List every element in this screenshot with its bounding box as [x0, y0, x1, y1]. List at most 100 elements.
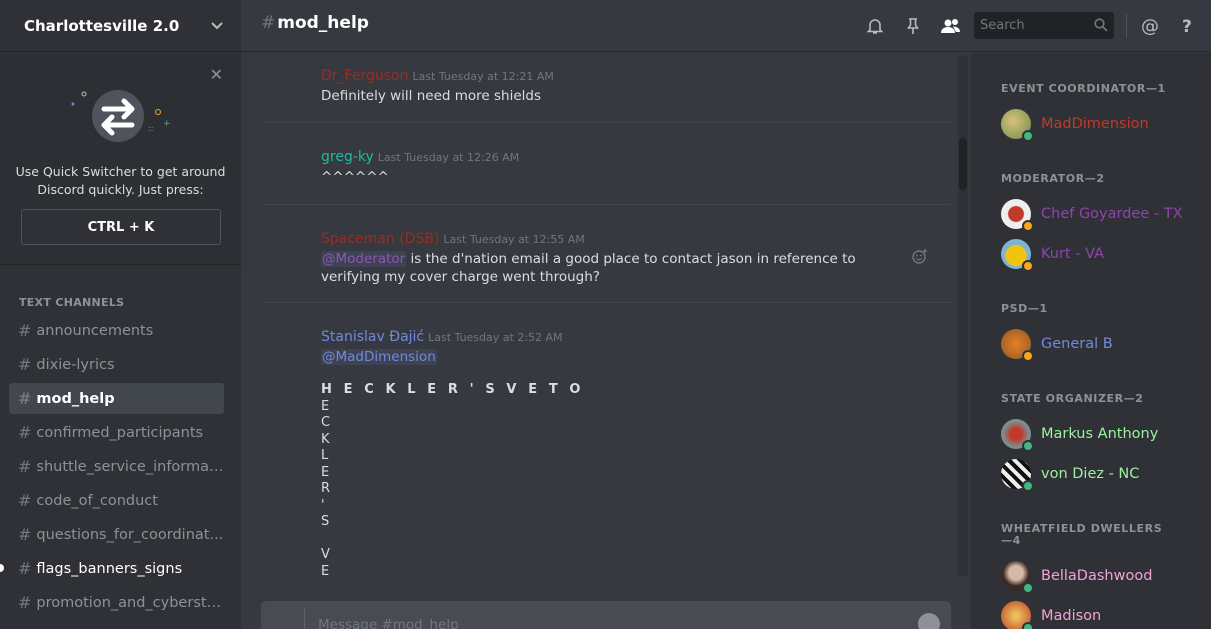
status-online-icon [1022, 440, 1034, 452]
member-item[interactable]: Chef Goyardee - TX [1001, 198, 1201, 232]
message-divider [261, 204, 951, 205]
hash-icon: # [18, 321, 32, 340]
message-input-placeholder: Message #mod_help [318, 617, 459, 629]
channel-label: code_of_conduct [36, 492, 158, 509]
at-icon[interactable]: @ [1140, 16, 1160, 37]
channel-code-of-conduct[interactable]: # code_of_conduct [9, 485, 224, 516]
member-item[interactable]: Kurt - VA [1001, 238, 1201, 272]
scrollbar-track[interactable] [958, 55, 968, 577]
message-timestamp: Last Tuesday at 12:26 AM [377, 151, 520, 164]
vertical-letter: E [321, 563, 333, 579]
member-group-header: MODERATOR—2 [1001, 172, 1105, 185]
role-mention[interactable]: @Moderator [321, 251, 407, 267]
vertical-letter: ' [321, 497, 328, 513]
help-icon[interactable]: ? [1178, 16, 1198, 37]
channel-promotion[interactable]: # promotion_and_cyberstr... [9, 587, 224, 618]
message-list[interactable]: Dr_Ferguson Last Tuesday at 12:21 AM Defi… [241, 53, 957, 581]
status-online-icon [1022, 480, 1034, 492]
message-text: @Moderator is the d'nation email a good … [321, 250, 901, 286]
vertical-letter: E [321, 398, 333, 414]
hash-icon: # [18, 389, 32, 408]
server-header[interactable]: Charlottesville 2.0 [0, 0, 241, 52]
member-item[interactable]: von Diez - NC [1001, 458, 1201, 492]
member-item[interactable]: BellaDashwood [1001, 560, 1201, 594]
member-item[interactable]: MadDimension [1001, 108, 1201, 142]
vertical-letter: E [321, 464, 333, 480]
channel-header: # mod_help Search @ ? [241, 0, 1211, 52]
unread-indicator [0, 564, 4, 572]
message: Spaceman (DSB) Last Tuesday at 12:55 AM @… [321, 228, 921, 286]
member-name: Madison [1041, 608, 1102, 624]
avatar [1001, 109, 1034, 142]
hash-icon: # [18, 491, 32, 510]
member-group-header: WHEATFIELD DWELLERS—4 [1001, 522, 1163, 547]
text-channels-header[interactable]: TEXT CHANNELS [19, 296, 124, 309]
channel-label: promotion_and_cyberstr... [36, 594, 224, 611]
svg-text:?: ? [1182, 17, 1192, 36]
member-group-header: EVENT COORDINATOR—1 [1001, 82, 1166, 95]
channel-shuttle-service[interactable]: # shuttle_service_informat... [9, 451, 224, 482]
channel-confirmed-participants[interactable]: # confirmed_participants [9, 417, 224, 448]
channel-label: shuttle_service_informat... [36, 458, 224, 475]
message-author[interactable]: Stanislav Đajić [321, 329, 424, 345]
member-item[interactable]: Madison [1001, 600, 1201, 629]
member-name: General B [1041, 336, 1113, 352]
vertical-letter: V [321, 547, 333, 562]
upload-divider [304, 607, 305, 629]
member-item[interactable]: General B [1001, 328, 1201, 362]
status-idle-icon [1022, 260, 1034, 272]
status-online-icon [1022, 130, 1034, 142]
channel-questions-for-coordinators[interactable]: # questions_for_coordinat... [9, 519, 224, 550]
hash-icon: # [18, 559, 32, 578]
scrollbar-thumb[interactable] [959, 138, 967, 190]
message-author[interactable]: greg-ky [321, 149, 374, 165]
add-reaction-icon[interactable] [911, 248, 929, 266]
member-name: MadDimension [1041, 116, 1149, 132]
status-online-icon [1022, 582, 1034, 594]
hash-icon: # [18, 355, 32, 374]
avatar [1001, 561, 1034, 594]
message-author[interactable]: Dr_Ferguson [321, 68, 408, 84]
close-icon[interactable]: ✕ [210, 65, 223, 84]
member-name: BellaDashwood [1041, 568, 1153, 584]
member-group-header: STATE ORGANIZER—2 [1001, 392, 1144, 405]
channel-flags-banners-signs[interactable]: # flags_banners_signs [9, 553, 224, 584]
bell-icon[interactable] [865, 16, 885, 36]
channel-mod-help[interactable]: # mod_help [9, 383, 224, 414]
channel-label: dixie-lyrics [36, 356, 115, 373]
quick-switcher-text: Use Quick Switcher to get around Discord… [15, 164, 226, 197]
channel-title: # mod_help [261, 13, 369, 33]
avatar [1001, 459, 1034, 492]
vertical-letter: S [321, 514, 333, 529]
search-icon[interactable] [1094, 17, 1108, 32]
quick-switcher-shortcut[interactable]: CTRL + K [21, 209, 221, 245]
members-icon[interactable] [939, 16, 963, 36]
member-list: EVENT COORDINATOR—1 MadDimension MODERAT… [971, 53, 1211, 629]
channel-label: confirmed_participants [36, 424, 204, 441]
member-item[interactable]: Markus Anthony [1001, 418, 1201, 452]
emoji-icon[interactable] [918, 613, 940, 629]
message-author[interactable]: Spaceman (DSB) [321, 231, 439, 247]
svg-text:::: :: [148, 124, 153, 133]
user-mention[interactable]: @MadDimension [321, 349, 437, 365]
vertical-letter: C [321, 415, 334, 430]
avatar [1001, 601, 1034, 629]
vertical-letter: L [321, 448, 332, 463]
avatar [1001, 329, 1034, 362]
message-heading-line: H E C K L E R ' S V E T O [321, 382, 585, 397]
chevron-down-icon[interactable] [211, 18, 223, 34]
channel-announcements[interactable]: # announcements [9, 315, 224, 346]
channel-dixie-lyrics[interactable]: # dixie-lyrics [9, 349, 224, 380]
pin-icon[interactable] [903, 16, 923, 36]
status-online-icon [1022, 622, 1034, 629]
message-input[interactable]: Message #mod_help [261, 601, 951, 629]
hash-icon: # [261, 13, 276, 33]
member-group-header: PSD—1 [1001, 302, 1048, 315]
search-input[interactable]: Search [974, 12, 1114, 39]
message-text: @MadDimension H E C K L E R ' S V E T O … [321, 348, 921, 580]
vertical-letter: K [321, 431, 333, 447]
status-idle-icon [1022, 220, 1034, 232]
status-idle-icon [1022, 350, 1034, 362]
vertical-letter [321, 531, 921, 548]
channel-label: flags_banners_signs [36, 560, 183, 577]
